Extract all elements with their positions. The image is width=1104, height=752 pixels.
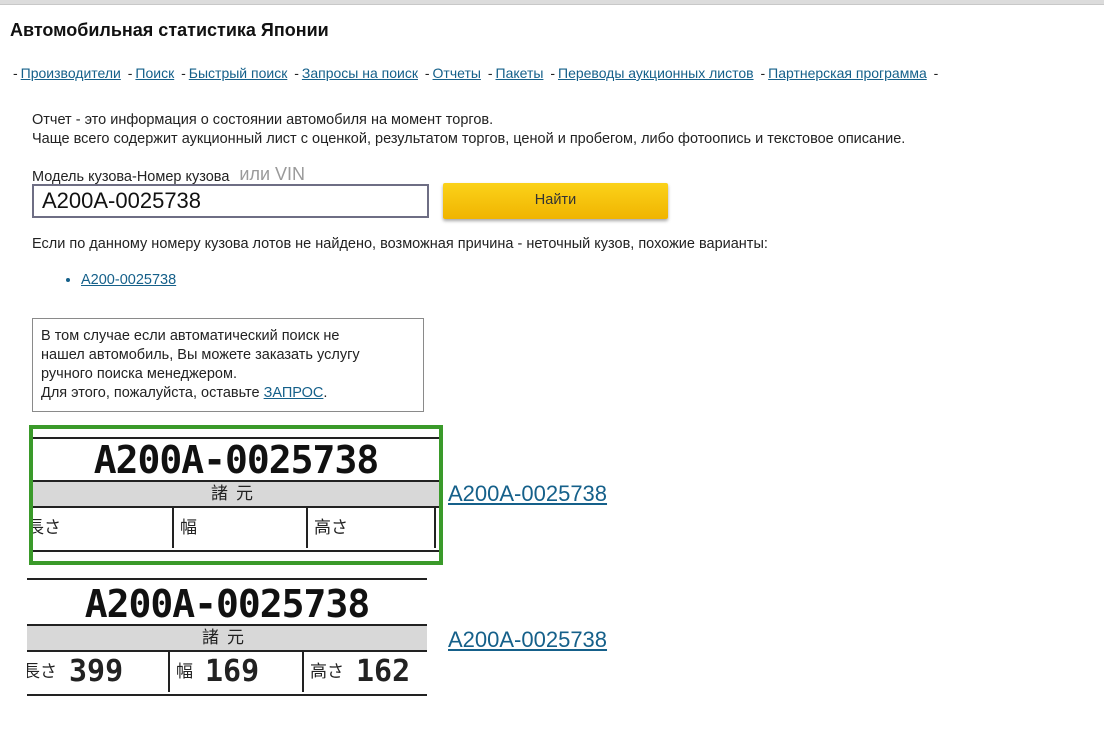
plate-cell-label: 幅 [176, 662, 193, 682]
list-item: A200-0025738 [81, 272, 176, 288]
plate-specs-band: 諸元 [27, 624, 427, 652]
plate-cell-width: 幅 169 [170, 652, 304, 692]
lot-link[interactable]: A200A-0025738 [448, 481, 607, 507]
nav-separator: - [933, 65, 939, 81]
auction-sheet-thumbnail[interactable]: A200A-0025738 諸元 長さ 399 幅 169 高さ 162 [27, 570, 427, 708]
find-button[interactable]: Найти [443, 183, 668, 219]
plate-cell-label: 長さ [29, 518, 61, 538]
nav-separator: - [127, 65, 133, 81]
plate-vin: A200A-0025738 [93, 438, 379, 482]
lot-link[interactable]: A200A-0025738 [448, 627, 607, 653]
nav-separator: - [294, 65, 299, 81]
plate-cell-width: 幅 [174, 508, 308, 548]
request-link[interactable]: ЗАПРОС [264, 385, 324, 401]
notice-line: Для этого, пожалуйста, оставьте ЗАПРОС. [41, 384, 423, 403]
body-model-label: Модель кузова-Номер кузова [32, 169, 230, 185]
notice-text: Для этого, пожалуйста, оставьте [41, 385, 264, 401]
auction-sheet-thumbnail[interactable]: A200A-0025738 諸元 長さ 幅 高さ [29, 425, 443, 565]
nav-link-manufacturers[interactable]: Производители [21, 65, 121, 81]
plate-row-divider [27, 694, 427, 696]
nav-link-search-requests[interactable]: Запросы на поиск [302, 65, 418, 81]
notice-line: В том случае если автоматический поиск н… [41, 328, 340, 344]
plate-cell-value: 399 [69, 654, 124, 689]
plate-top-strip [27, 570, 427, 580]
report-info-line: Отчет - это информация о состоянии автом… [32, 112, 494, 128]
manual-search-notice: В том случае если автоматический поиск н… [32, 318, 424, 412]
nav-link-packages[interactable]: Пакеты [496, 65, 544, 81]
page-title: Автомобильная статистика Японии [10, 20, 329, 40]
nav-separator: - [550, 65, 555, 81]
top-border [0, 0, 1104, 5]
nav-separator: - [487, 65, 493, 81]
nav-link-reports[interactable]: Отчеты [433, 65, 481, 81]
vin-label: или VIN [239, 164, 306, 184]
plate-cell-label: 高さ [310, 662, 344, 682]
nav-link-search[interactable]: Поиск [135, 65, 174, 81]
nav-separator: - [424, 65, 430, 81]
report-info: Отчет - это информация о состоянии автом… [32, 111, 905, 149]
plate-cell-value: 162 [356, 654, 411, 689]
plate-cell-length: 長さ [29, 508, 174, 548]
plate-cell-length: 長さ 399 [27, 652, 170, 692]
nav-separator: - [13, 65, 18, 81]
nav-separator: - [181, 65, 186, 81]
plate-cell-label: 高さ [314, 518, 348, 538]
nav-link-partner-program[interactable]: Партнерская программа [768, 65, 927, 81]
notice-line: ручного поиска менеджером. [41, 366, 237, 382]
body-number-input[interactable] [32, 184, 429, 218]
plate-specs-band: 諸元 [33, 480, 439, 508]
plate-cell-label: 長さ [27, 662, 57, 682]
search-label: Модель кузова-Номер кузова или VIN [32, 164, 306, 186]
plate-row-divider [33, 550, 439, 552]
main-nav: - Производители - Поиск - Быстрый поиск - За… [10, 65, 941, 81]
similar-variants-list: A200-0025738 [62, 272, 176, 288]
nav-separator: - [760, 65, 766, 81]
plate-cell-height: 高さ 162 [304, 652, 427, 692]
plate-cell-value: 169 [205, 654, 260, 689]
not-found-message: Если по данному номеру кузова лотов не н… [32, 236, 768, 252]
nav-link-quick-search[interactable]: Быстрый поиск [189, 65, 288, 81]
nav-link-translations[interactable]: Переводы аукционных листов [558, 65, 754, 81]
plate-cell-label: 幅 [180, 518, 197, 538]
plate-cell-height: 高さ [308, 508, 436, 548]
notice-text: . [323, 385, 328, 401]
plate-vin: A200A-0025738 [84, 582, 370, 626]
notice-line: нашел автомобиль, Вы можете заказать усл… [41, 347, 360, 363]
report-info-line: Чаще всего содержит аукционный лист с оц… [32, 131, 906, 147]
variant-link[interactable]: A200-0025738 [81, 272, 176, 288]
